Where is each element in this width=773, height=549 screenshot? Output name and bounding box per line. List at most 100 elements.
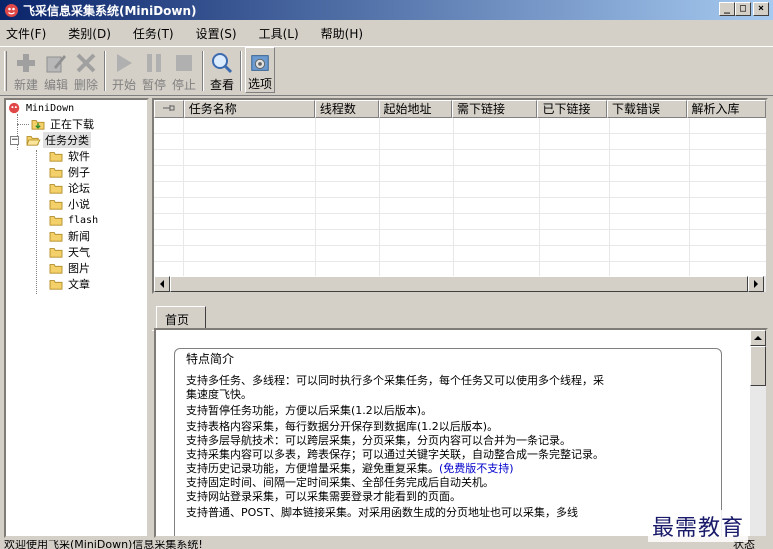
feature-line: 支持固定时间、间隔一定时间采集、全部任务完成后自动关机。 [186,476,494,489]
menu-file[interactable]: 文件(F) [6,25,46,42]
tree-root[interactable]: MiniDown [8,100,76,116]
edit-button[interactable]: 编辑 [41,47,71,93]
pin-icon [162,105,175,111]
tree-item-category[interactable]: 软件 [48,148,92,164]
toolbar-separator [104,51,106,91]
arrow-right-icon [754,280,758,288]
tree-item-downloading[interactable]: 正在下载 [30,116,96,132]
tree-item-category[interactable]: 图片 [48,260,92,276]
watermark: 最需教育 [648,510,749,542]
open-folder-icon [26,136,41,146]
stop-button[interactable]: 停止 [169,47,199,93]
column-header-parse-store[interactable]: 解析入库 [686,100,766,118]
category-tree[interactable]: MiniDown 正在下载 − 任务分类 软件 例子 论坛 小说 flash 新… [4,98,149,538]
vertical-scroll-thumb[interactable] [750,346,766,386]
list-header: 任务名称 线程数 起始地址 需下链接 已下链接 下载错误 解析入库 [154,100,766,118]
menu-category[interactable]: 类别(D) [68,25,111,42]
column-header-links-downloaded[interactable]: 已下链接 [537,100,608,118]
start-button[interactable]: 开始 [109,47,139,93]
menu-help[interactable]: 帮助(H) [321,25,363,42]
folder-icon [49,248,63,258]
minimize-button[interactable]: _ [719,2,735,16]
free-version-note-link[interactable]: (免费版不支持) [439,462,514,475]
plus-icon [17,54,35,72]
arrow-up-icon [754,336,762,340]
tree-item-category[interactable]: 例子 [48,164,92,180]
feature-line: 支持表格内容采集，每行数据分开保存到数据库(1.2以后版本)。 [186,420,499,433]
task-list[interactable]: 任务名称 线程数 起始地址 需下链接 已下链接 下载错误 解析入库 [152,98,768,294]
feature-line: 集速度飞快。 [186,388,252,401]
options-icon [251,55,269,71]
folder-icon [49,232,63,242]
pause-button[interactable]: 暂停 [139,47,169,93]
horizontal-scrollbar[interactable] [154,276,766,292]
feature-line: 支持网站登录采集，可以采集需要登录才能看到的页面。 [186,490,461,503]
toolbar: 新建 编辑 删除 开始 暂停 停止 查看 选项 [0,46,773,96]
menu-tools[interactable]: 工具(L) [259,25,299,42]
tree-item-category[interactable]: 论坛 [48,180,92,196]
tree-item-category[interactable]: 天气 [48,244,92,260]
play-icon [117,54,132,72]
column-header-pin[interactable] [154,100,184,118]
options-button[interactable]: 选项 [245,47,275,93]
tab-home[interactable]: 首页 [156,306,206,330]
feature-line: 支持历史记录功能，方便增量采集，避免重复采集。(免费版不支持) [186,462,514,475]
scroll-left-button[interactable] [154,276,170,292]
folder-icon [49,168,63,178]
folder-icon [49,216,63,226]
tree-item-category[interactable]: 文章 [48,276,92,292]
toolbar-separator [202,51,204,91]
column-header-links-to-download[interactable]: 需下链接 [452,100,538,118]
scroll-up-button[interactable] [750,330,766,346]
tree-item-category[interactable]: 小说 [48,196,92,212]
tree-item-task-category[interactable]: − 任务分类 [10,132,91,148]
pause-icon [147,54,161,72]
folder-icon [49,200,63,210]
column-header-download-errors[interactable]: 下载错误 [607,100,687,118]
arrow-left-icon [160,280,164,288]
stop-icon [176,55,192,71]
title-bar[interactable]: 飞采信息采集系统(MiniDown) _ □ × [0,0,773,20]
table-row [154,134,766,150]
folder-icon [49,152,63,162]
view-button[interactable]: 查看 [207,47,237,93]
column-header-start-url[interactable]: 起始地址 [378,100,453,118]
table-row [154,166,766,182]
edit-icon [46,55,66,73]
magnifier-icon [212,53,233,74]
tree-item-category[interactable]: flash [48,212,100,228]
download-folder-icon [31,120,45,130]
app-icon [4,3,19,18]
new-button[interactable]: 新建 [11,47,41,93]
home-panel: 特点简介 支持多任务、多线程：可以同时执行多个采集任务，每个任务又可以使用多个线… [154,328,768,538]
vertical-scrollbar[interactable] [750,330,766,536]
column-header-threads[interactable]: 线程数 [314,100,379,118]
menu-settings[interactable]: 设置(S) [196,25,237,42]
horizontal-scroll-thumb[interactable] [170,276,748,292]
feature-line: 支持多任务、多线程：可以同时执行多个采集任务，每个任务又可以使用多个线程，采 [186,374,604,387]
window-title: 飞采信息采集系统(MiniDown) [23,3,197,18]
tree-line [36,150,37,294]
menu-task[interactable]: 任务(T) [133,25,174,42]
toolbar-grip[interactable] [4,51,7,91]
maximize-button[interactable]: □ [735,2,751,16]
table-row [154,214,766,230]
table-row [154,230,766,246]
column-header-task-name[interactable]: 任务名称 [183,100,315,118]
feature-line: 支持采集内容可以多表，跨表保存；可以通过关键字关联，自动整合成一条完整记录。 [186,448,604,461]
folder-icon [49,264,63,274]
tree-item-category[interactable]: 新闻 [48,228,92,244]
close-button[interactable]: × [753,2,769,16]
table-row [154,198,766,214]
delete-icon [76,53,96,73]
scroll-right-button[interactable] [748,276,764,292]
list-rows [154,118,766,278]
table-row [154,118,766,134]
features-heading: 特点简介 [184,350,237,367]
feature-line: 支持暂停任务功能，方便以后采集(1.2以后版本)。 [186,404,433,417]
collapse-toggle[interactable]: − [10,135,19,145]
toolbar-separator [240,51,242,91]
app-tree-icon [9,102,20,114]
status-message: 欢迎使用飞采(MiniDown)信息采集系统! [4,540,203,549]
delete-button[interactable]: 删除 [71,47,101,93]
